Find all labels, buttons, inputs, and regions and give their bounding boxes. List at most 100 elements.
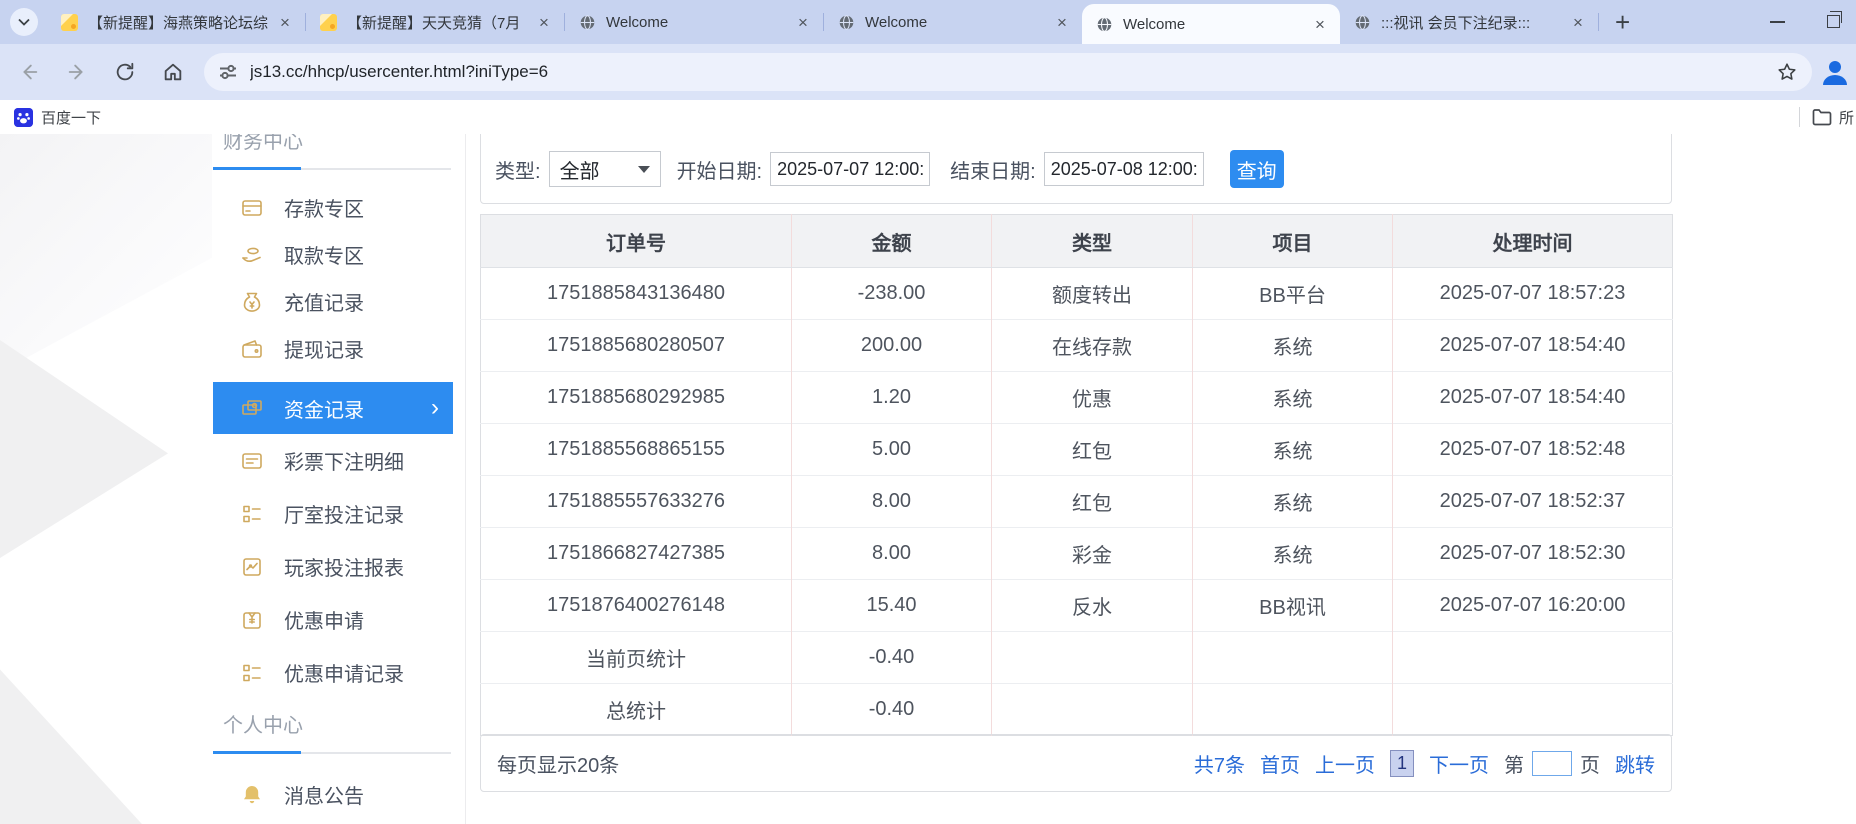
cell-project: 系统	[1193, 320, 1393, 372]
reload-icon	[114, 61, 136, 83]
tab-close-icon[interactable]: ×	[534, 12, 554, 32]
tab-1[interactable]: 【新提醒】海燕策略论坛综 ×	[47, 0, 305, 44]
address-bar[interactable]: js13.cc/hhcp/usercenter.html?iniType=6	[204, 53, 1812, 91]
table-row-grand-total: 总统计 -0.40	[481, 684, 1673, 736]
cell-project: BB视讯	[1193, 580, 1393, 632]
page-jump-input[interactable]	[1532, 751, 1572, 776]
cell-label: 总统计	[481, 684, 792, 736]
url-text[interactable]: js13.cc/hhcp/usercenter.html?iniType=6	[250, 62, 1776, 82]
sidebar-item-label: 优惠申请	[284, 605, 364, 634]
home-button[interactable]	[160, 59, 186, 85]
tab-search-button[interactable]	[10, 8, 38, 36]
tab-2[interactable]: 【新提醒】天天竞猜（7月 ×	[306, 0, 564, 44]
tab-close-icon[interactable]: ×	[275, 12, 295, 32]
sidebar-item-funds-records[interactable]: 资金记录 ›	[213, 382, 453, 434]
tab-close-icon[interactable]: ×	[1052, 12, 1072, 32]
tab-4[interactable]: Welcome ×	[824, 0, 1082, 44]
globe-icon	[838, 14, 855, 31]
start-date-input[interactable]	[770, 152, 930, 186]
table-row: 1751885680292985 1.20 优惠 系统 2025-07-07 1…	[481, 372, 1673, 424]
table-row-page-total: 当前页统计 -0.40	[481, 632, 1673, 684]
bookmarks-bar: 百度一下 所	[0, 100, 1856, 134]
tab-title: Welcome	[1123, 16, 1310, 33]
profile-avatar-icon[interactable]	[1820, 57, 1850, 87]
report-chart-icon	[240, 555, 264, 579]
sidebar-item-lottery-bet-details[interactable]: 彩票下注明细	[213, 434, 453, 487]
cell-order-no: 1751885568865155	[481, 424, 792, 476]
bookmark-star-icon[interactable]	[1776, 61, 1798, 83]
all-bookmarks-label: 所	[1839, 107, 1854, 128]
tab-close-icon[interactable]: ×	[1568, 12, 1588, 32]
tab-3[interactable]: Welcome ×	[565, 0, 823, 44]
back-button[interactable]	[16, 59, 42, 85]
current-page-badge[interactable]: 1	[1390, 750, 1414, 777]
tab-title: 【新提醒】天天竞猜（7月	[347, 12, 534, 33]
sidebar-item-label: 厅室投注记录	[284, 499, 404, 528]
cell-empty	[1393, 632, 1673, 684]
tab-5-active[interactable]: Welcome ×	[1082, 4, 1340, 44]
cell-amount: -0.40	[792, 684, 992, 736]
end-date-input[interactable]	[1044, 152, 1204, 186]
cell-amount: -0.40	[792, 632, 992, 684]
sidebar-menu: 存款专区 取款专区 充值记录 提现记录 资金记录 ›	[213, 184, 465, 699]
cell-project: 系统	[1193, 424, 1393, 476]
sidebar-item-label: 资金记录	[284, 394, 364, 423]
type-select[interactable]: 全部	[549, 151, 661, 187]
globe-icon	[579, 14, 596, 31]
start-date-label: 开始日期:	[677, 155, 763, 184]
bookmarks-separator	[1799, 107, 1800, 127]
bookmark-baidu[interactable]: 百度一下	[14, 107, 101, 128]
sidebar-section-finance-title: 财务中心	[213, 134, 465, 154]
window-minimize-button[interactable]	[1770, 21, 1785, 23]
sidebar-item-hall-bet-records[interactable]: 厅室投注记录	[213, 487, 453, 540]
tab-close-icon[interactable]: ×	[1310, 14, 1330, 34]
jump-button[interactable]: 跳转	[1615, 749, 1655, 778]
prev-page-link[interactable]: 上一页	[1315, 749, 1375, 778]
reload-button[interactable]	[112, 59, 138, 85]
tab-separator	[1598, 13, 1599, 31]
tab-6[interactable]: :::视讯 会员下注纪录::: ×	[1340, 0, 1598, 44]
window-restore-button[interactable]	[1827, 15, 1840, 28]
cell-order-no: 1751885843136480	[481, 268, 792, 320]
sidebar-item-recharge-records[interactable]: 充值记录	[213, 278, 453, 325]
table-header-row: 订单号 金额 类型 项目 处理时间	[481, 215, 1673, 268]
wallet-icon	[240, 337, 264, 361]
cell-time: 2025-07-07 18:52:37	[1393, 476, 1673, 528]
cell-type: 彩金	[992, 528, 1193, 580]
cell-type: 红包	[992, 424, 1193, 476]
first-page-link[interactable]: 首页	[1260, 749, 1300, 778]
globe-icon	[1354, 14, 1371, 31]
sidebar-item-promo-apply-records[interactable]: 优惠申请记录	[213, 646, 453, 699]
sidebar: 财务中心 存款专区 取款专区 充值记录 提现记录	[213, 134, 466, 824]
bell-icon	[240, 783, 264, 807]
new-tab-button[interactable]: +	[1615, 9, 1630, 35]
search-button[interactable]: 查询	[1230, 150, 1284, 188]
page-content: 财务中心 存款专区 取款专区 充值记录 提现记录	[0, 134, 1856, 824]
sidebar-item-withdrawal-records[interactable]: 提现记录	[213, 325, 453, 372]
col-header-amount: 金额	[792, 215, 992, 268]
sidebar-item-message-announcements[interactable]: 消息公告	[213, 768, 453, 821]
tab-close-icon[interactable]: ×	[793, 12, 813, 32]
forward-button[interactable]	[64, 59, 90, 85]
cell-time: 2025-07-07 18:52:30	[1393, 528, 1673, 580]
filter-bar: 类型: 全部 开始日期: 结束日期: 查询	[480, 134, 1672, 204]
ticket-list-icon	[240, 449, 264, 473]
cell-label: 当前页统计	[481, 632, 792, 684]
section-underline	[213, 168, 451, 170]
sidebar-item-label: 消息公告	[284, 780, 364, 809]
cell-order-no: 1751866827427385	[481, 528, 792, 580]
type-label: 类型:	[495, 155, 541, 184]
next-page-link[interactable]: 下一页	[1429, 749, 1489, 778]
site-info-icon[interactable]	[218, 62, 238, 82]
sidebar-item-promo-apply[interactable]: 优惠申请	[213, 593, 453, 646]
cell-time: 2025-07-07 18:54:40	[1393, 320, 1673, 372]
sidebar-item-deposit-zone[interactable]: 存款专区	[213, 184, 453, 231]
cell-amount: 8.00	[792, 528, 992, 580]
sidebar-item-withdraw-zone[interactable]: 取款专区	[213, 231, 453, 278]
tab-strip: 【新提醒】海燕策略论坛综 × 【新提醒】天天竞猜（7月 × Welcome × …	[0, 0, 1856, 44]
cell-empty	[992, 632, 1193, 684]
sidebar-item-player-bet-report[interactable]: 玩家投注报表	[213, 540, 453, 593]
bookmarks-overflow[interactable]: 所	[1799, 107, 1856, 128]
cell-time: 2025-07-07 18:54:40	[1393, 372, 1673, 424]
col-header-order-no: 订单号	[481, 215, 792, 268]
